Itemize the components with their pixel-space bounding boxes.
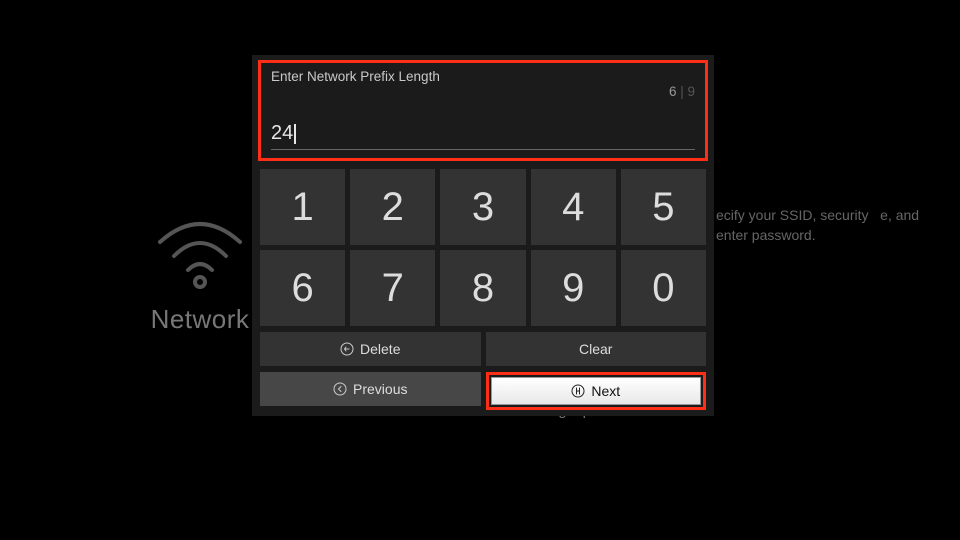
next-button-highlight: Next bbox=[486, 372, 707, 410]
key-8[interactable]: 8 bbox=[440, 250, 525, 326]
step-counter: 6 | 9 bbox=[639, 69, 695, 114]
input-area-highlight: Enter Network Prefix Length 6 | 9 24 bbox=[258, 60, 708, 161]
key-5[interactable]: 5 bbox=[621, 169, 706, 245]
delete-button[interactable]: Delete bbox=[260, 332, 481, 366]
step-total: 9 bbox=[687, 84, 695, 99]
text-caret bbox=[294, 124, 296, 144]
clear-label: Clear bbox=[579, 341, 612, 357]
input-title: Enter Network Prefix Length bbox=[271, 69, 440, 84]
prefix-length-input[interactable]: 24 bbox=[271, 120, 695, 150]
key-2[interactable]: 2 bbox=[350, 169, 435, 245]
delete-label: Delete bbox=[360, 341, 400, 357]
prefix-length-dialog: Enter Network Prefix Length 6 | 9 24 1 2… bbox=[252, 55, 714, 416]
clear-button[interactable]: Clear bbox=[486, 332, 707, 366]
prefix-length-value: 24 bbox=[271, 122, 293, 145]
next-button[interactable]: Next bbox=[491, 377, 702, 405]
key-6[interactable]: 6 bbox=[260, 250, 345, 326]
network-hint-text: ecify your SSID, security e, and enter p… bbox=[716, 206, 946, 245]
next-icon bbox=[571, 384, 585, 398]
key-0[interactable]: 0 bbox=[621, 250, 706, 326]
numeric-keypad: 1 2 3 4 5 6 7 8 9 0 bbox=[258, 169, 708, 326]
previous-label: Previous bbox=[353, 381, 407, 397]
edit-actions-row: Delete Clear bbox=[258, 332, 708, 366]
key-7[interactable]: 7 bbox=[350, 250, 435, 326]
wifi-icon bbox=[150, 210, 250, 290]
key-9[interactable]: 9 bbox=[531, 250, 616, 326]
backspace-icon bbox=[340, 342, 354, 356]
previous-icon bbox=[333, 382, 347, 396]
key-3[interactable]: 3 bbox=[440, 169, 525, 245]
nav-actions-row: Previous Next bbox=[258, 372, 708, 410]
key-1[interactable]: 1 bbox=[260, 169, 345, 245]
key-4[interactable]: 4 bbox=[531, 169, 616, 245]
previous-button[interactable]: Previous bbox=[260, 372, 481, 406]
input-header-row: Enter Network Prefix Length 6 | 9 bbox=[271, 69, 695, 114]
next-label: Next bbox=[591, 383, 620, 399]
